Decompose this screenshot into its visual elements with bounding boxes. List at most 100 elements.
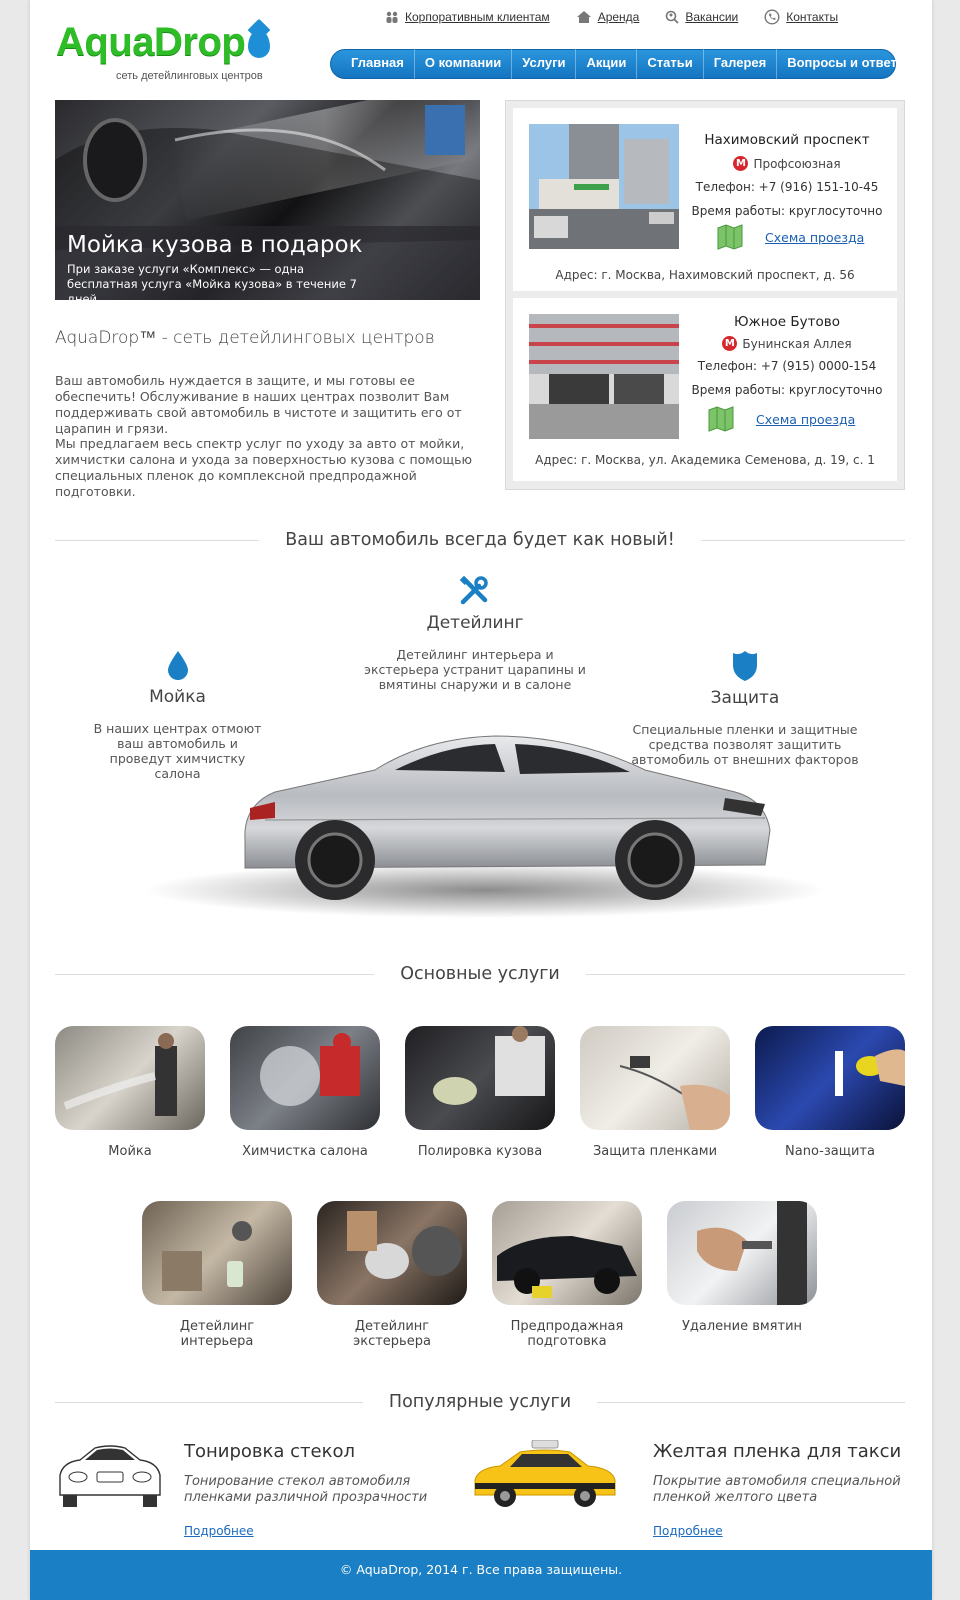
service-card[interactable]: Удаление вмятин [667,1201,817,1334]
intro-paragraph: Мы предлагаем весь спектр услуг по уходу… [55,436,473,499]
nav-item-services[interactable]: Услуги [512,49,577,79]
map-icon [708,406,734,432]
location-map: Схема проезда [708,406,855,432]
nav-item-promotions[interactable]: Акции [576,49,638,79]
map-link[interactable]: Схема проезда [765,230,864,245]
top-link-rent[interactable]: Аренда [576,9,640,25]
taxi-car-image [470,1439,620,1510]
service-label: Детейлинг интерьера [179,1319,255,1349]
top-link-label: Вакансии [685,10,739,24]
car-image [125,700,825,930]
popular-title: Тонировка стекол [184,1441,355,1462]
service-card[interactable]: Предпродажная подготовка [492,1201,642,1349]
section-title: Популярные услуги [388,1392,572,1412]
hero-banner[interactable]: Мойка кузова в подарок При заказе услуги… [55,100,480,300]
locations-panel: Нахимовский проспект М Профсоюзная Телеф… [505,100,905,490]
metro-station: Профсоюзная [753,156,841,171]
feature-text: Детейлинг интерьера и экстерьера устрани… [364,647,586,692]
copyright: © AquaDrop, 2014 г. Все права защищены. [339,1562,623,1577]
section-title: Основные услуги [400,964,560,984]
feature-title: Детейлинг [426,613,524,633]
more-link[interactable]: Подробнее [653,1524,723,1538]
top-link-contacts[interactable]: Контакты [764,9,838,25]
map-icon [717,224,743,250]
intro-title: AquaDrop™ - сеть детейлинговых центров [55,328,435,348]
location-name: Южное Бутово [733,314,840,330]
search-person-icon [666,10,679,24]
hero-caption: Мойка кузова в подарок При заказе услуги… [55,226,480,300]
section-heading: Популярные услуги [55,1390,906,1414]
popular-title: Желтая пленка для такси [653,1441,902,1462]
service-image [317,1201,467,1305]
top-link-label: Аренда [597,10,640,24]
top-link-label: Контакты [786,10,839,24]
service-image [580,1026,730,1130]
service-label: Детейлинг экстерьера [353,1319,431,1349]
service-card[interactable]: Химчистка салона [230,1026,380,1159]
location-phone: Телефон: +7 (916) 151-10-45 [695,180,879,194]
popular-text: Тонирование стекол автомобиля пленками р… [184,1474,428,1505]
location-phone: Телефон: +7 (915) 0000-154 [697,359,877,373]
location-hours: Время работы: круглосуточно [691,383,883,397]
nav-item-faq[interactable]: Вопросы и ответы [777,49,918,79]
service-label: Защита пленками [592,1144,718,1159]
hero-title: Мойка кузова в подарок [67,232,363,258]
service-image [667,1201,817,1305]
service-label: Мойка [108,1144,152,1159]
location-card: Южное Бутово М Бунинская Аллея Телефон: … [513,298,897,481]
location-address: Адрес: г. Москва, Нахимовский проспект, … [555,268,855,282]
shield-icon [733,651,757,681]
location-metro: М Профсоюзная [683,156,891,171]
nav-item-articles[interactable]: Статьи [637,49,704,79]
location-name: Нахимовский проспект [704,132,870,148]
people-icon [386,11,398,23]
tinting-car-image [55,1440,165,1510]
main-nav: Главная О компании Услуги Акции Статьи Г… [330,49,908,79]
location-metro: М Бунинская Аллея [683,336,891,351]
more-link[interactable]: Подробнее [184,1524,254,1538]
service-card[interactable]: Nano-защита [755,1026,905,1159]
logo-tagline: сеть детейлинговых центров [116,70,263,82]
service-image [405,1026,555,1130]
tools-icon [459,575,488,605]
feature-detailing: Детейлинг Детейлинг интерьера и экстерье… [360,575,590,692]
logo[interactable]: AquaDrop сеть детейлинговых центров [56,20,286,90]
service-image [142,1201,292,1305]
service-card[interactable]: Защита пленками [580,1026,730,1159]
footer: © AquaDrop, 2014 г. Все права защищены. [30,1550,932,1600]
map-link[interactable]: Схема проезда [756,412,855,427]
location-hours: Время работы: круглосуточно [691,204,883,218]
top-link-vacancies[interactable]: Вакансии [665,9,738,25]
drop-icon [167,651,188,680]
metro-icon: М [733,156,749,171]
service-card[interactable]: Детейлинг экстерьера [317,1201,467,1349]
nav-item-about[interactable]: О компании [415,49,513,79]
service-card[interactable]: Полировка кузова [405,1026,555,1159]
top-link-corporate[interactable]: Корпоративным клиентам [385,9,550,25]
top-link-label: Корпоративным клиентам [405,10,550,24]
popular-text: Покрытие автомобиля специальной пленкой … [653,1474,901,1505]
service-card[interactable]: Детейлинг интерьера [142,1201,292,1349]
page: AquaDrop сеть детейлинговых центров Корп… [30,0,932,1600]
service-image [755,1026,905,1130]
section-heading: Ваш автомобиль всегда будет как новый! [55,528,905,552]
metro-icon: М [722,336,738,351]
nav-item-home[interactable]: Главная [341,49,415,79]
metro-station: Бунинская Аллея [742,336,852,351]
service-image [230,1026,380,1130]
service-label: Удаление вмятин [681,1319,803,1334]
phone-icon [764,9,780,25]
service-label: Полировка кузова [417,1144,543,1159]
service-image [55,1026,205,1130]
service-label: Химчистка салона [242,1144,368,1159]
location-address: Адрес: г. Москва, ул. Академика Семенова… [535,453,875,467]
service-card[interactable]: Мойка [55,1026,205,1159]
location-photo [529,124,679,249]
location-map: Схема проезда [717,224,864,250]
location-photo [529,314,679,439]
logo-text: AquaDrop [56,20,246,64]
section-heading: Основные услуги [55,962,906,986]
service-label: Предпродажная подготовка [510,1319,624,1349]
nav-item-gallery[interactable]: Галерея [704,49,778,79]
hero-text: При заказе услуги «Комплекс» — одна бесп… [67,262,357,300]
